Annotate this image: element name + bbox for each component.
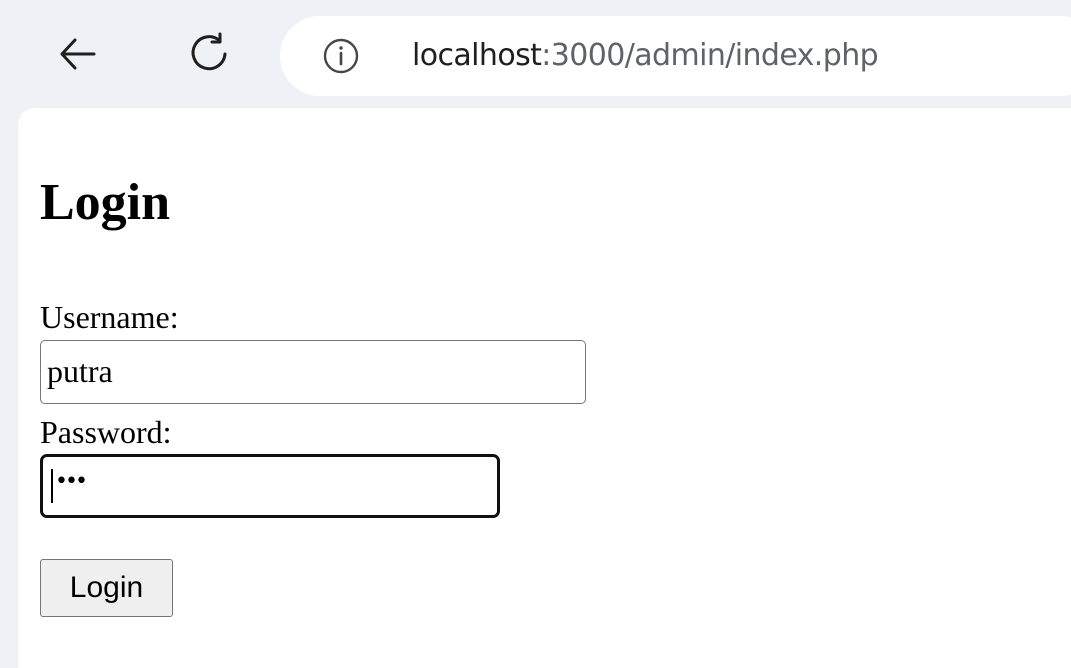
password-masked-value: ••• bbox=[55, 469, 88, 494]
reload-icon bbox=[191, 32, 227, 71]
url-text[interactable]: localhost:3000/admin/index.php bbox=[412, 34, 879, 78]
text-caret bbox=[51, 469, 53, 503]
back-button[interactable] bbox=[46, 22, 110, 86]
password-input[interactable]: ••• bbox=[40, 454, 500, 518]
url-path: :3000/admin/index.php bbox=[541, 38, 879, 73]
username-label: Username: bbox=[40, 299, 179, 335]
url-host: localhost bbox=[412, 38, 542, 73]
username-input[interactable]: putra bbox=[40, 340, 586, 404]
login-button[interactable]: Login bbox=[40, 559, 173, 617]
password-label: Password: bbox=[40, 414, 172, 450]
username-value: putra bbox=[47, 353, 113, 389]
arrow-left-icon bbox=[60, 38, 96, 70]
browser-toolbar: localhost:3000/admin/index.php bbox=[0, 0, 1071, 108]
info-circle-icon[interactable] bbox=[320, 35, 362, 77]
page-title: Login bbox=[40, 174, 171, 231]
reload-button[interactable] bbox=[177, 22, 241, 86]
